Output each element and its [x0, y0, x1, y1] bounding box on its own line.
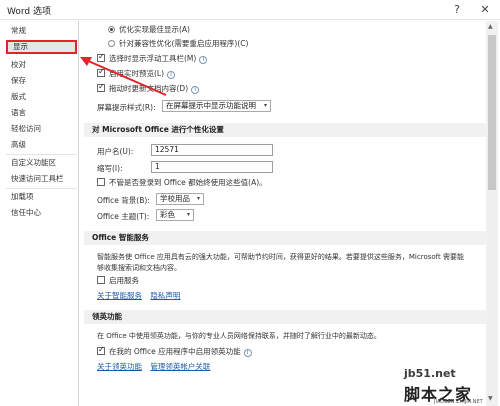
update-on-drag-checkbox[interactable] — [97, 82, 105, 92]
info-icon: i — [199, 56, 208, 64]
chevron-down-icon: ▾ — [196, 195, 200, 202]
initials-label: 缩写(I): — [97, 164, 123, 173]
sidebar-item-save[interactable]: 保存 — [6, 74, 77, 88]
intelligent-services-heading: Office 智能服务 — [84, 231, 486, 245]
office-background-value: 学校用品 — [160, 194, 190, 203]
sidebar-item-display[interactable]: 显示 — [6, 40, 77, 54]
office-theme-select[interactable]: 彩色 ▾ — [156, 209, 194, 221]
manage-linkedin-link[interactable]: 管理领英帐户关联 — [150, 362, 210, 371]
office-background-label: Office 背景(B): — [97, 196, 150, 205]
intelligent-services-description-line2: 够收集搜索词和文档内容。 — [97, 264, 181, 272]
enable-linkedin-checkbox[interactable] — [97, 345, 105, 355]
close-button[interactable]: ✕ — [475, 1, 495, 18]
initials-input[interactable]: 1 — [151, 161, 273, 173]
always-use-values-checkbox[interactable] — [97, 178, 105, 186]
radio-optimize-compat-label: 针对兼容性优化(需要重启应用程序)(C) — [119, 39, 249, 48]
linkedin-links-row: 关于领英功能 管理领英帐户关联 — [97, 362, 210, 372]
watermark-url: jb51.net — [404, 367, 456, 380]
office-theme-value: 彩色 — [160, 210, 175, 219]
enable-services-checkbox[interactable] — [97, 276, 105, 284]
live-preview-label: 启用实时预览(L) — [109, 69, 165, 78]
sidebar-item-language[interactable]: 语言 — [6, 106, 77, 120]
live-preview-checkbox[interactable] — [97, 67, 105, 77]
privacy-statement-link[interactable]: 隐私声明 — [150, 291, 180, 300]
intelligent-services-description-line1: 智能服务使 Office 应用具有云的强大功能，可帮助节约时间，获得更好的结果。… — [97, 253, 464, 261]
screentip-style-label: 屏幕提示样式(R): — [97, 103, 156, 112]
office-background-select[interactable]: 学校用品 ▾ — [156, 193, 204, 205]
office-theme-label: Office 主题(T): — [97, 212, 150, 221]
sidebar-item-proofing[interactable]: 校对 — [6, 58, 77, 72]
enable-linkedin-row[interactable]: 在我的 Office 应用程序中启用领英功能i — [97, 345, 252, 357]
sidebar-item-general[interactable]: 常规 — [6, 24, 77, 38]
sidebar-item-addins[interactable]: 加载项 — [6, 190, 77, 204]
radio-button[interactable] — [108, 40, 115, 47]
sidebar-item-trust-center[interactable]: 信任中心 — [6, 206, 77, 220]
intelligent-links-row: 关于智能服务 隐私声明 — [97, 291, 180, 301]
site-watermark: jb51.net 脚本之家 JIAOBEN ZHIJIA.NET — [404, 367, 500, 405]
username-input[interactable]: 12571 — [151, 144, 273, 156]
update-on-drag-label: 拖动时更新文档内容(D) — [109, 84, 189, 93]
radio-optimize-display-row[interactable]: 优化实现最佳显示(A) — [108, 25, 190, 35]
personalize-section-heading: 对 Microsoft Office 进行个性化设置 — [84, 123, 486, 137]
chevron-down-icon: ▾ — [263, 102, 267, 109]
mini-toolbar-checkbox[interactable] — [97, 52, 105, 62]
mini-toolbar-label: 选择时显示浮动工具栏(M) — [109, 54, 197, 63]
enable-linkedin-label: 在我的 Office 应用程序中启用领英功能 — [109, 347, 241, 356]
radio-optimize-compat-row[interactable]: 针对兼容性优化(需要重启应用程序)(C) — [108, 39, 248, 49]
sidebar-item-accessibility[interactable]: 轻松访问 — [6, 122, 77, 136]
username-label: 用户名(U): — [97, 147, 134, 156]
about-intelligent-services-link[interactable]: 关于智能服务 — [97, 291, 142, 300]
radio-button[interactable] — [108, 26, 115, 33]
linkedin-features-heading: 领英功能 — [84, 310, 486, 324]
sidebar-item-customize-ribbon[interactable]: 自定义功能区 — [6, 156, 77, 170]
enable-services-row[interactable]: 启用服务 — [97, 276, 139, 286]
chevron-down-icon: ▾ — [186, 211, 190, 218]
sidebar-item-quick-access-toolbar[interactable]: 快速访问工具栏 — [6, 172, 77, 186]
mini-toolbar-row[interactable]: 选择时显示浮动工具栏(M)i — [97, 52, 208, 64]
about-linkedin-link[interactable]: 关于领英功能 — [97, 362, 142, 371]
display-options-panel: 优化实现最佳显示(A) 针对兼容性优化(需要重启应用程序)(C) 选择时显示浮动… — [84, 21, 486, 406]
info-icon: i — [243, 349, 252, 357]
live-preview-row[interactable]: 启用实时预览(L)i — [97, 67, 176, 79]
watermark-subtitle: JIAOBEN ZHIJIA.NET — [434, 399, 483, 405]
window-title: Word 选项 — [7, 7, 51, 17]
always-use-values-label: 不管是否登录到 Office 都始终使用这些值(A)。 — [109, 178, 267, 187]
update-on-drag-row[interactable]: 拖动时更新文档内容(D)i — [97, 82, 200, 94]
screentip-style-select[interactable]: 在屏幕提示中显示功能说明 ▾ — [162, 100, 271, 112]
help-button[interactable]: ? — [447, 1, 467, 18]
always-use-values-row[interactable]: 不管是否登录到 Office 都始终使用这些值(A)。 — [97, 178, 267, 188]
sidebar-item-layout[interactable]: 版式 — [6, 90, 77, 104]
screentip-style-value: 在屏幕提示中显示功能说明 — [166, 101, 256, 110]
sidebar-divider — [6, 154, 77, 155]
options-sidebar: 常规 显示 校对 保存 版式 语言 轻松访问 高级 自定义功能区 快速访问工具栏… — [3, 21, 79, 406]
linkedin-description: 在 Office 中使用领英功能，与你的专业人员网络保持联系，并随时了解行业中的… — [97, 332, 381, 340]
sidebar-divider — [6, 188, 77, 189]
title-bar: Word 选项 ? ✕ — [0, 0, 500, 20]
sidebar-item-advanced[interactable]: 高级 — [6, 138, 77, 152]
scroll-up-icon[interactable]: ▲ — [488, 23, 493, 30]
scroll-thumb[interactable] — [488, 35, 496, 190]
vertical-scrollbar[interactable]: ▲ ▼ — [486, 21, 498, 406]
enable-services-label: 启用服务 — [109, 276, 139, 285]
radio-optimize-display-label: 优化实现最佳显示(A) — [119, 25, 190, 34]
info-icon: i — [167, 71, 176, 79]
info-icon: i — [191, 86, 200, 94]
